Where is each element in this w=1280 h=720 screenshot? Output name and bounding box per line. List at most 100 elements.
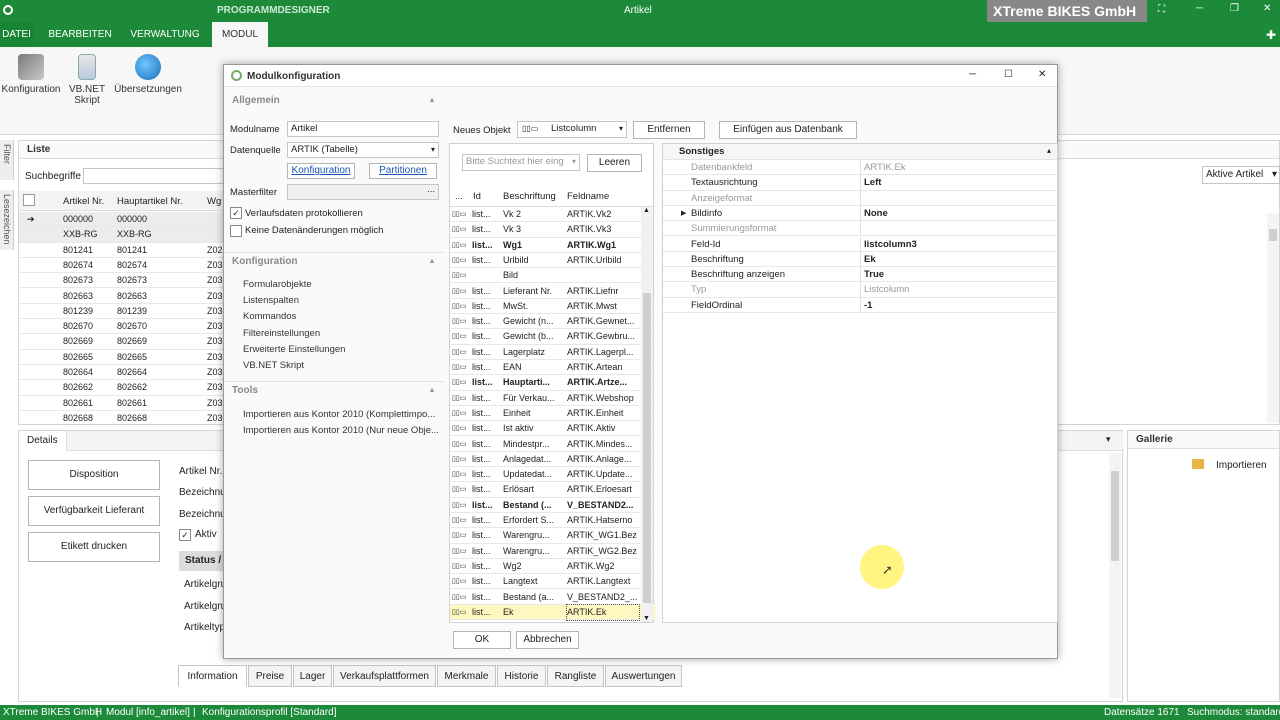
list-filter-select[interactable]: Aktive Artikel ▾ (1202, 166, 1280, 184)
konfig-item[interactable]: Listenspalten (243, 295, 299, 306)
masterfilter-input[interactable]: ... (287, 184, 439, 200)
expand-icon[interactable]: ▶ (681, 206, 686, 221)
fullscreen-icon[interactable]: ⛶ (1158, 4, 1165, 15)
list-row[interactable]: 802673 802673 Z03 (19, 273, 224, 289)
grid-search-input[interactable]: Bitte Suchtext hier eing ▾ (462, 154, 580, 171)
grid-row[interactable]: ▯▯▭ list... Ek ARTIK.Ek (450, 603, 655, 621)
allgemein-header[interactable]: Allgemein ▴ (224, 93, 444, 109)
details-tab-0[interactable]: Information (178, 665, 247, 687)
list-row[interactable]: 000000 000000 (19, 212, 224, 228)
details-tab-4[interactable]: Merkmale (437, 665, 496, 687)
dialog-maximize-icon[interactable]: ☐ (1004, 69, 1013, 80)
col-header-hauptartikelnr[interactable]: Hauptartikel Nr. (117, 196, 182, 207)
einfuegen-button[interactable]: Einfügen aus Datenbank (719, 121, 857, 139)
konfiguration-link[interactable]: Konfiguration (287, 163, 355, 179)
details-scrollbar[interactable] (1109, 453, 1121, 698)
prop-row[interactable]: Anzeigeformat (663, 190, 1057, 206)
grid-row[interactable]: ▯▯▭ list... Bestand (a... V_BESTAND2_... (450, 590, 655, 605)
partitionen-link[interactable]: Partitionen (369, 163, 437, 179)
details-tab-5[interactable]: Historie (497, 665, 546, 687)
tools-header[interactable]: Tools ▴ (224, 381, 444, 397)
leeren-button[interactable]: Leeren (587, 154, 642, 172)
list-row[interactable]: 802662 802662 Z03 (19, 380, 224, 396)
collapse-icon[interactable]: ▴ (430, 256, 434, 265)
disposition-button[interactable]: Disposition (28, 460, 160, 490)
details-tab-6[interactable]: Rangliste (547, 665, 604, 687)
prop-row[interactable]: Typ Listcolumn (663, 282, 1057, 298)
scroll-down-icon[interactable]: ▼ (643, 615, 650, 622)
modulname-input[interactable]: Artikel (287, 121, 439, 137)
prop-row[interactable]: Summierungsformat (663, 221, 1057, 237)
grid-row[interactable]: ▯▯▭ list... Langtext ARTIK.Langtext (450, 574, 655, 590)
prop-row[interactable]: ▶ Bildinfo None (663, 205, 1057, 222)
grid-scroll-thumb[interactable] (643, 293, 651, 603)
prop-row[interactable]: Textausrichtung Left (663, 175, 1057, 191)
konfiguration-button[interactable]: Konfiguration (0, 54, 62, 95)
vbnet-skript-button[interactable]: VB.NET Skript (66, 54, 108, 106)
list-row[interactable]: 802664 802664 Z03 (19, 365, 224, 381)
keine-aenderungen-checkbox[interactable] (230, 225, 242, 237)
grid-header-beschriftung[interactable]: Beschriftung (503, 187, 556, 207)
aktiv-checkbox[interactable]: ✓ (179, 529, 191, 541)
tool-import-komplett[interactable]: Importieren aus Kontor 2010 (Komplettimp… (243, 409, 435, 420)
select-all-checkbox[interactable] (23, 194, 35, 206)
konfig-item[interactable]: VB.NET Skript (243, 360, 304, 371)
grid-row[interactable]: ▯▯▭ list... Wg1 ARTIK.Wg1 (450, 238, 655, 253)
details-dropdown-icon[interactable]: ▾ (1106, 434, 1111, 445)
list-row[interactable]: 802674 802674 Z03 (19, 258, 224, 274)
side-tab-filter[interactable]: Filter (0, 140, 14, 180)
grid-row[interactable]: ▯▯▭ list... Warengru... ARTIK_WG2.Bez (450, 544, 655, 559)
prop-row[interactable]: Beschriftung Ek (663, 251, 1057, 268)
konfig-item[interactable]: Kommandos (243, 311, 296, 322)
grid-row[interactable]: ▯▯▭ list... Erfordert S... ARTIK.Hatserno (450, 513, 655, 529)
grid-row[interactable]: ▯▯▭ list... Bestand (... V_BESTAND2... (450, 498, 655, 513)
close-icon[interactable]: ✕ (1263, 3, 1271, 14)
entfernen-button[interactable]: Entfernen (633, 121, 705, 139)
dialog-minimize-icon[interactable]: ─ (969, 69, 976, 80)
collapse-icon[interactable]: ▴ (430, 95, 434, 104)
verlaufsdaten-checkbox[interactable]: ✓ (230, 207, 242, 219)
etikett-button[interactable]: Etikett drucken (28, 532, 160, 562)
scroll-up-icon[interactable]: ▲ (643, 207, 650, 214)
tool-import-neu[interactable]: Importieren aus Kontor 2010 (Nur neue Ob… (243, 425, 439, 436)
grid-row[interactable]: ▯▯▭ list... Vk 3 ARTIK.Vk3 (450, 222, 655, 238)
grid-row[interactable]: ▯▯▭ list... Erlösart ARTIK.Erloesart (450, 482, 655, 498)
collapse-icon[interactable]: ▴ (430, 385, 434, 394)
menu-verwaltung[interactable]: VERWALTUNG (126, 22, 204, 47)
konfig-item[interactable]: Filtereinstellungen (243, 328, 320, 339)
menu-datei[interactable]: DATEI (0, 22, 33, 47)
grid-row[interactable]: ▯▯▭ list... Wg2 ARTIK.Wg2 (450, 559, 655, 575)
uebersetzungen-button[interactable]: Übersetzungen (112, 54, 184, 95)
grid-header-id[interactable]: Id (473, 187, 481, 207)
grid-row[interactable]: ▯▯▭ list... Mindestpr... ARTIK.Mindes... (450, 437, 655, 452)
prop-row[interactable]: FieldOrdinal -1 (663, 297, 1057, 313)
grid-row[interactable]: ▯▯▭ list... EAN ARTIK.Artean (450, 360, 655, 376)
konfiguration-header[interactable]: Konfiguration ▴ (224, 252, 444, 268)
list-row[interactable]: 802668 802668 Z03 (19, 411, 224, 424)
col-header-wg[interactable]: Wg (207, 196, 221, 207)
prop-row[interactable]: Beschriftung anzeigen True (663, 267, 1057, 283)
details-tab-2[interactable]: Lager (293, 665, 332, 687)
menu-bearbeiten[interactable]: BEARBEITEN (46, 22, 114, 47)
grid-row[interactable]: ▯▯▭ list... MwSt. ARTIK.Mwst (450, 299, 655, 315)
grid-header-feldname[interactable]: Feldname (567, 187, 609, 207)
side-tab-lesezeichen[interactable]: Lesezeichen (0, 190, 14, 250)
konfig-item[interactable]: Formularobjekte (243, 279, 312, 290)
grid-header-dots[interactable]: ... (455, 187, 463, 207)
list-row[interactable]: 802665 802665 Z03 (19, 350, 224, 365)
list-row[interactable]: 802670 802670 Z03 (19, 319, 224, 335)
list-row[interactable]: XXB-RG XXB-RG (19, 227, 224, 243)
puzzle-icon[interactable]: ✚ (1266, 28, 1276, 42)
grid-row[interactable]: ▯▯▭ list... Einheit ARTIK.Einheit (450, 406, 655, 422)
ok-button[interactable]: OK (453, 631, 511, 649)
list-row[interactable]: 802663 802663 Z03 (19, 289, 224, 304)
grid-row[interactable]: ▯▯▭ list... Ist aktiv ARTIK.Aktiv (450, 421, 655, 437)
datenquelle-select[interactable]: ARTIK (Tabelle) ▾ (287, 142, 439, 158)
list-row[interactable]: 801239 801239 Z03 (19, 304, 224, 320)
collapse-icon[interactable]: ▴ (1047, 146, 1051, 155)
neues-objekt-select[interactable]: ▯▯▭ Listcolumn ▾ (517, 121, 627, 138)
grid-row[interactable]: ▯▯▭ list... Lagerplatz ARTIK.Lagerpl... (450, 345, 655, 360)
minimize-icon[interactable]: ─ (1196, 3, 1203, 14)
grid-row[interactable]: ▯▯▭ list... Gewicht (b... ARTIK.Gewbru... (450, 329, 655, 345)
grid-row[interactable]: ▯▯▭ Bild (450, 268, 655, 284)
